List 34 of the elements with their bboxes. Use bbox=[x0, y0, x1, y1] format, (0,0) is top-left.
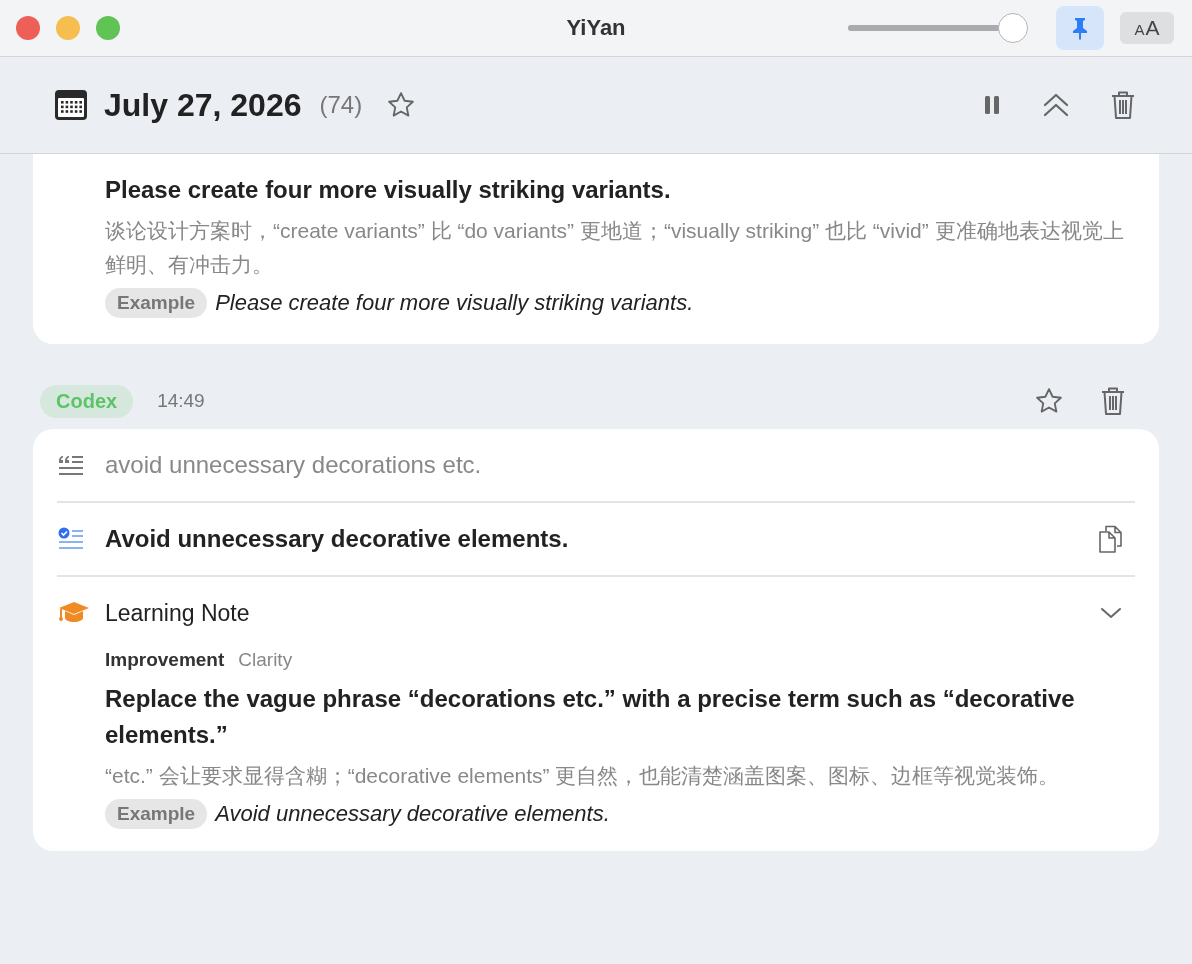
pin-icon bbox=[1070, 16, 1090, 40]
example-text: Please create four more visually striking variants. bbox=[215, 290, 694, 316]
suggestion-text: Replace the vague phrase “decorations etc.” with a precise term such as “decorative elements.” bbox=[105, 684, 1076, 750]
star-icon[interactable] bbox=[386, 90, 417, 120]
pin-button[interactable] bbox=[1056, 6, 1104, 50]
corrected-text: Avoid unnecessary decorative elements. bbox=[105, 525, 569, 553]
note-category: Clarity bbox=[238, 649, 293, 671]
trash-icon[interactable] bbox=[1100, 386, 1126, 416]
star-icon[interactable] bbox=[1034, 386, 1064, 416]
close-button[interactable] bbox=[16, 16, 40, 40]
font-size-button[interactable]: AA bbox=[1120, 12, 1174, 44]
window-title: YiYan bbox=[566, 15, 626, 41]
source-tag: Codex bbox=[40, 384, 134, 418]
checked-list-icon bbox=[57, 527, 85, 551]
explanation-text: “etc.” 会让要求显得含糊；“decorative elements” 更自然，也能清楚涵盖图案、图标、边框等视觉装饰。 bbox=[105, 763, 1061, 789]
entry-time: 14:49 bbox=[157, 390, 205, 412]
copy-icon[interactable] bbox=[1097, 524, 1125, 554]
pause-icon[interactable] bbox=[982, 93, 1002, 117]
suggestion-text: Please create four more visually striking variants. bbox=[105, 175, 672, 205]
explanation-text: 谈论设计方案时，“create variants” 比 “do variants” 更地道；“visually striking” 也比 “vivid” 更准确地表达视觉上鲜明、有冲击力。 bbox=[105, 218, 1125, 278]
double-chevron-up-icon[interactable] bbox=[1042, 91, 1070, 119]
note-title: Learning Note bbox=[105, 599, 250, 627]
date-heading: July 27, 2026 bbox=[104, 86, 302, 124]
chevron-down-icon[interactable] bbox=[1099, 605, 1123, 621]
learning-note-header[interactable]: Learning Note bbox=[57, 577, 1135, 649]
quote-lines-icon bbox=[57, 453, 85, 477]
example-label: Example bbox=[105, 799, 208, 829]
example-text: Avoid unnecessary decorative elements. bbox=[215, 801, 610, 827]
calendar-icon bbox=[54, 89, 88, 121]
original-text: avoid unnecessary decorations etc. bbox=[105, 451, 482, 479]
note-type: Improvement bbox=[105, 649, 225, 671]
trash-icon[interactable] bbox=[1110, 90, 1136, 120]
example-label: Example bbox=[105, 288, 208, 318]
entry-count: (74) bbox=[319, 91, 363, 119]
